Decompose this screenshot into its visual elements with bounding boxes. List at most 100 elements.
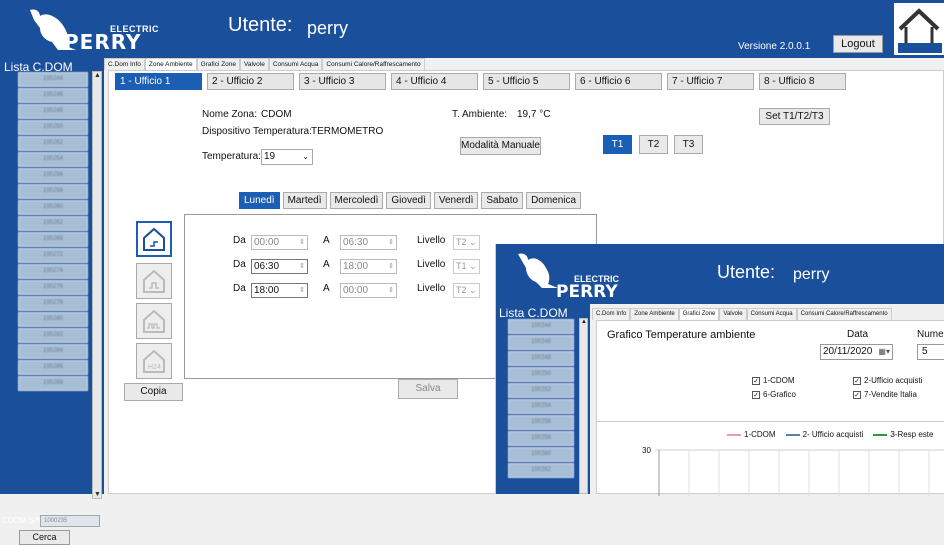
overlay-scroll-up-icon[interactable]: ▲ xyxy=(581,319,587,325)
level-select[interactable]: T2 ⌄ xyxy=(453,283,480,298)
from-time-input[interactable]: 18:00 ⇕ xyxy=(251,283,308,298)
mode-step-icon[interactable] xyxy=(136,263,172,299)
cdom-list-item[interactable]: 100282 xyxy=(18,328,88,343)
sn-input[interactable]: 1000235 xyxy=(40,515,100,527)
zone-button-2[interactable]: 2 - Ufficio 2 xyxy=(207,73,294,90)
check-7-vendite[interactable]: ✓ 7-Vendite Italia xyxy=(853,390,917,399)
from-time-input[interactable]: 06:30 ⇕ xyxy=(251,259,308,274)
cdom-list-item[interactable]: 100260 xyxy=(18,200,88,215)
scroll-up-icon[interactable]: ▲ xyxy=(94,72,101,79)
cdom-list-item[interactable]: 100246 xyxy=(18,88,88,103)
tab-5[interactable]: Consumi Calore/Raffrescamento xyxy=(322,58,425,70)
day-tab-5[interactable]: Sabato xyxy=(481,192,524,209)
cdom-list-item[interactable]: 100258 xyxy=(18,184,88,199)
overlay-cdom-list-item[interactable]: 100256 xyxy=(508,415,574,430)
date-picker[interactable]: 20/11/2020 ▦▾ xyxy=(820,344,893,360)
salva-button[interactable]: Salva xyxy=(398,379,458,399)
logout-button[interactable]: Logout xyxy=(833,35,883,53)
zone-button-7[interactable]: 7 - Ufficio 7 xyxy=(667,73,754,90)
spinner-icon[interactable]: ⇕ xyxy=(388,236,394,249)
mode-pulse-icon[interactable] xyxy=(136,303,172,339)
modalita-manuale-button[interactable]: Modalità Manuale xyxy=(460,137,541,155)
cdom-list-item[interactable]: 100252 xyxy=(18,136,88,151)
numero-input[interactable]: 5 xyxy=(917,344,944,360)
level-select[interactable]: T2 ⌄ xyxy=(453,235,480,250)
day-tab-1[interactable]: Martedì xyxy=(282,192,327,209)
check-2-ufficio[interactable]: ✓ 2-Ufficio acquisti xyxy=(853,376,923,385)
overlay-tab-2[interactable]: Grafici Zone xyxy=(678,308,720,320)
overlay-tab-5[interactable]: Consumi Calore/Raffrescamento xyxy=(796,308,892,320)
zone-button-6[interactable]: 6 - Ufficio 6 xyxy=(575,73,662,90)
day-tab-2[interactable]: Mercoledì xyxy=(329,192,384,209)
day-tab-3[interactable]: Giovedì xyxy=(386,192,431,209)
t3-button[interactable]: T3 xyxy=(674,135,703,154)
overlay-cdom-list-item[interactable]: 100244 xyxy=(508,319,574,334)
day-tab-4[interactable]: Venerdì xyxy=(433,192,479,209)
cdom-list-item[interactable]: 100280 xyxy=(18,312,88,327)
spinner-icon[interactable]: ⇕ xyxy=(299,284,305,297)
cdom-list-item[interactable]: 100250 xyxy=(18,120,88,135)
sidebar-scrollbar[interactable]: ▲ ▼ xyxy=(92,71,102,499)
overlay-scrollbar[interactable]: ▲ xyxy=(579,318,588,494)
tab-1[interactable]: Zone Ambiente xyxy=(144,58,197,70)
overlay-cdom-list-item[interactable]: 100262 xyxy=(508,463,574,478)
spinner-icon[interactable]: ⇕ xyxy=(299,260,305,273)
overlay-tab-1[interactable]: Zone Ambiente xyxy=(630,308,679,320)
zone-button-1[interactable]: 1 - Ufficio 1 xyxy=(115,73,202,90)
overlay-tab-4[interactable]: Consumi Acqua xyxy=(746,308,797,320)
cdom-list-item[interactable]: 100276 xyxy=(18,280,88,295)
mode-schedule-icon[interactable] xyxy=(136,221,172,257)
overlay-cdom-list[interactable]: 100244 100246 100248 100250 100252 100254 1002… xyxy=(498,318,578,494)
cdom-list-item[interactable]: 100288 xyxy=(18,376,88,391)
t1-button[interactable]: T1 xyxy=(603,135,632,154)
cdom-list-item[interactable]: 100262 xyxy=(18,216,88,231)
t2-button[interactable]: T2 xyxy=(639,135,668,154)
tab-3[interactable]: Valvole xyxy=(240,58,269,70)
tab-4[interactable]: Consumi Acqua xyxy=(268,58,323,70)
overlay-cdom-list-item[interactable]: 100258 xyxy=(508,431,574,446)
check-1-cdom[interactable]: ✓ 1-CDOM xyxy=(752,376,795,385)
cdom-list-item[interactable]: 100256 xyxy=(18,168,88,183)
zone-button-8[interactable]: 8 - Ufficio 8 xyxy=(759,73,846,90)
cerca-button[interactable]: Cerca xyxy=(19,530,70,545)
overlay-tab-3[interactable]: Valvole xyxy=(719,308,747,320)
overlay-cdom-list-item[interactable]: 100250 xyxy=(508,367,574,382)
cdom-list-item[interactable]: 100268 xyxy=(18,232,88,247)
cdom-list-item[interactable]: 100274 xyxy=(18,264,88,279)
zone-button-5[interactable]: 5 - Ufficio 5 xyxy=(483,73,570,90)
day-tab-6[interactable]: Domenica xyxy=(526,192,582,209)
tab-2[interactable]: Grafici Zone xyxy=(196,58,241,70)
set-t-button[interactable]: Set T1/T2/T3 xyxy=(759,108,830,125)
copia-button[interactable]: Copia xyxy=(124,383,183,401)
level-select[interactable]: T1 ⌄ xyxy=(453,259,480,274)
cdom-list-item[interactable]: 100272 xyxy=(18,248,88,263)
overlay-cdom-list-item[interactable]: 100248 xyxy=(508,351,574,366)
cdom-list-item[interactable]: 100254 xyxy=(18,152,88,167)
cdom-list-item[interactable]: 100284 xyxy=(18,344,88,359)
to-time-input[interactable]: 06:30 ⇕ xyxy=(340,235,397,250)
cdom-list-item[interactable]: 100248 xyxy=(18,104,88,119)
cdom-list-item[interactable]: 100278 xyxy=(18,296,88,311)
tab-0[interactable]: C.Dom Info xyxy=(104,58,145,70)
spinner-icon[interactable]: ⇕ xyxy=(388,284,394,297)
spinner-icon[interactable]: ⇕ xyxy=(388,260,394,273)
check-6-grafico[interactable]: ✓ 6-Grafico xyxy=(752,390,796,399)
temperatura-select[interactable]: 19 ⌄ xyxy=(261,149,313,165)
day-tab-0[interactable]: Lunedì xyxy=(239,192,280,209)
overlay-cdom-list-item[interactable]: 100254 xyxy=(508,399,574,414)
from-time-input[interactable]: 00:00 ⇕ xyxy=(251,235,308,250)
cdom-list-item[interactable]: 100286 xyxy=(18,360,88,375)
overlay-cdom-list-item[interactable]: 100246 xyxy=(508,335,574,350)
spinner-icon[interactable]: ⇕ xyxy=(299,236,305,249)
scroll-down-icon[interactable]: ▼ xyxy=(94,491,101,498)
cdom-list-item[interactable]: 100244 xyxy=(18,72,88,87)
zone-button-4[interactable]: 4 - Ufficio 4 xyxy=(391,73,478,90)
mode-h24-icon[interactable]: H24 xyxy=(136,343,172,379)
overlay-cdom-list-item[interactable]: 100260 xyxy=(508,447,574,462)
zone-button-3[interactable]: 3 - Ufficio 3 xyxy=(299,73,386,90)
to-time-input[interactable]: 18:00 ⇕ xyxy=(340,259,397,274)
to-time-input[interactable]: 00:00 ⇕ xyxy=(340,283,397,298)
overlay-cdom-list-item[interactable]: 100252 xyxy=(508,383,574,398)
cdom-list[interactable]: 100244 100246 100248 100250 100252 100254 1002… xyxy=(4,71,92,499)
overlay-tab-0[interactable]: C.Dom Info xyxy=(592,308,631,320)
